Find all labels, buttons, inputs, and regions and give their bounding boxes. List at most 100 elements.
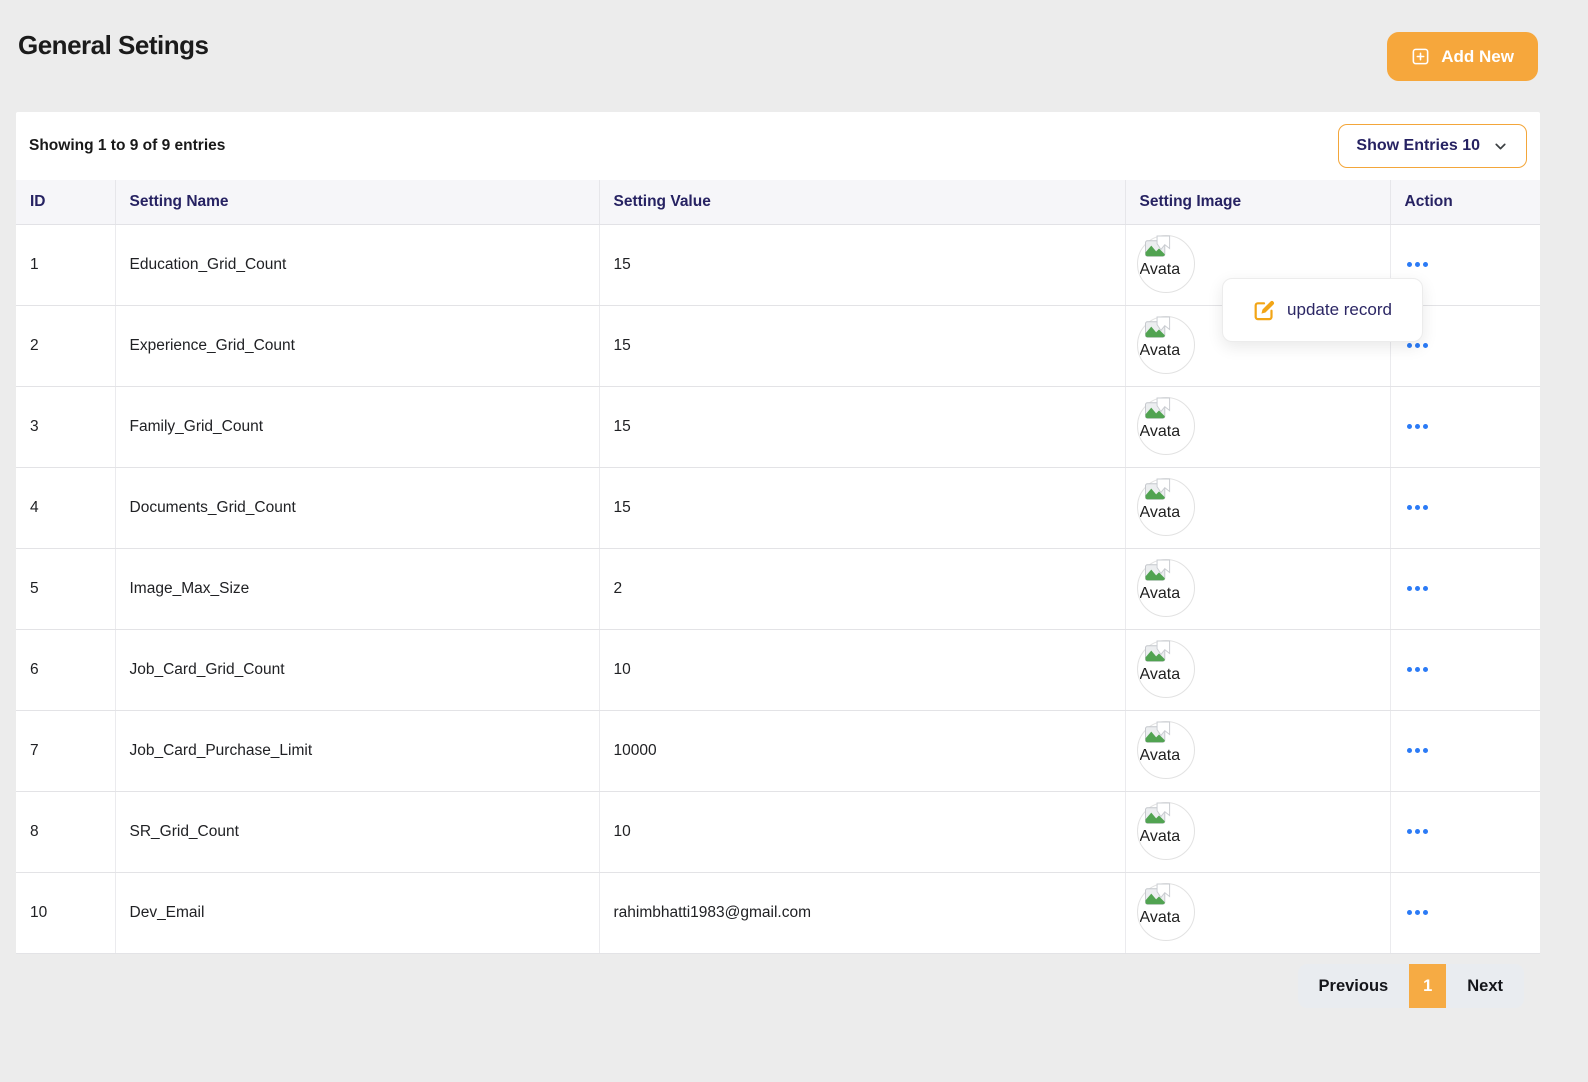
table-header-row: ID Setting Name Setting Value Setting Im… <box>16 180 1540 224</box>
row-actions-button ellipsis-icon[interactable] <box>1405 581 1430 596</box>
image-alt-text: Avata <box>1140 261 1181 278</box>
image-alt-text: Avata <box>1140 342 1181 359</box>
image-alt-text: Avata <box>1140 585 1181 602</box>
table-row: 3 Family_Grid_Count 15 Avata <box>16 386 1540 467</box>
broken-image-placeholder: Avata <box>1140 482 1192 534</box>
column-header-setting-name: Setting Name <box>115 180 599 224</box>
cell-setting-image: Avata <box>1125 629 1390 710</box>
row-actions-button ellipsis-icon[interactable] <box>1405 500 1430 515</box>
image-alt-text: Avata <box>1140 666 1181 683</box>
next-page-button[interactable]: Next <box>1446 964 1524 1008</box>
broken-image-placeholder: Avata <box>1140 563 1192 615</box>
cell-setting-name: Education_Grid_Count <box>115 224 599 305</box>
update-record-popup[interactable]: update record <box>1222 278 1423 342</box>
cell-setting-value: 15 <box>599 305 1125 386</box>
show-entries-label: Show Entries 10 <box>1356 137 1480 155</box>
column-header-setting-image: Setting Image <box>1125 180 1390 224</box>
add-new-button[interactable]: Add New <box>1387 32 1538 81</box>
cell-setting-value: 2 <box>599 548 1125 629</box>
cell-setting-value: rahimbhatti1983@gmail.com <box>599 872 1125 953</box>
previous-page-button[interactable]: Previous <box>1298 964 1410 1008</box>
cell-setting-image: Avata <box>1125 386 1390 467</box>
image-alt-text: Avata <box>1140 747 1181 764</box>
cell-setting-value: 15 <box>599 467 1125 548</box>
image-alt-text: Avata <box>1140 909 1181 926</box>
broken-image-icon <box>1144 235 1174 262</box>
table-row: 4 Documents_Grid_Count 15 Avata <box>16 467 1540 548</box>
update-record-label: update record <box>1287 300 1392 320</box>
image-alt-text: Avata <box>1140 504 1181 521</box>
card-toolbar: Showing 1 to 9 of 9 entries Show Entries… <box>16 112 1540 180</box>
broken-image-placeholder: Avata <box>1140 887 1192 939</box>
cell-action <box>1390 548 1540 629</box>
column-header-action: Action <box>1390 180 1540 224</box>
cell-setting-name: Dev_Email <box>115 872 599 953</box>
cell-setting-name: SR_Grid_Count <box>115 791 599 872</box>
row-actions-button ellipsis-icon[interactable] <box>1405 662 1430 677</box>
image-alt-text: Avata <box>1140 423 1181 440</box>
cell-setting-value: 15 <box>599 224 1125 305</box>
broken-image-placeholder: Avata <box>1140 239 1192 291</box>
broken-image-icon <box>1144 802 1174 829</box>
cell-setting-name: Documents_Grid_Count <box>115 467 599 548</box>
cell-id: 7 <box>16 710 115 791</box>
row-actions-button ellipsis-icon[interactable] <box>1405 905 1430 920</box>
cell-setting-name: Experience_Grid_Count <box>115 305 599 386</box>
column-header-id: ID <box>16 180 115 224</box>
broken-image-icon <box>1144 559 1174 586</box>
page-title: General Setings <box>18 30 208 61</box>
cell-setting-image: Avata <box>1125 467 1390 548</box>
cell-id: 10 <box>16 872 115 953</box>
row-actions-button ellipsis-icon[interactable] <box>1405 743 1430 758</box>
broken-image-icon <box>1144 397 1174 424</box>
cell-setting-name: Job_Card_Grid_Count <box>115 629 599 710</box>
cell-setting-name: Image_Max_Size <box>115 548 599 629</box>
cell-id: 5 <box>16 548 115 629</box>
pagination: Previous 1 Next <box>1298 964 1524 1008</box>
chevron-down-icon <box>1492 138 1509 155</box>
row-actions-button ellipsis-icon[interactable] <box>1405 419 1430 434</box>
plus-square-icon <box>1411 47 1430 66</box>
cell-id: 3 <box>16 386 115 467</box>
row-actions-button ellipsis-icon[interactable] <box>1405 257 1430 272</box>
table-row: 6 Job_Card_Grid_Count 10 Avata <box>16 629 1540 710</box>
image-alt-text: Avata <box>1140 828 1181 845</box>
table-row: 7 Job_Card_Purchase_Limit 10000 Avata <box>16 710 1540 791</box>
current-page-button[interactable]: 1 <box>1409 964 1446 1008</box>
cell-setting-image: Avata <box>1125 548 1390 629</box>
broken-image-icon <box>1144 316 1174 343</box>
broken-image-placeholder: Avata <box>1140 806 1192 858</box>
settings-card: Showing 1 to 9 of 9 entries Show Entries… <box>16 112 1540 954</box>
broken-image-icon <box>1144 640 1174 667</box>
broken-image-icon <box>1144 883 1174 910</box>
cell-setting-image: Avata <box>1125 791 1390 872</box>
showing-entries-text: Showing 1 to 9 of 9 entries <box>29 137 225 155</box>
table-row: 8 SR_Grid_Count 10 Avata <box>16 791 1540 872</box>
broken-image-icon <box>1144 721 1174 748</box>
row-actions-button ellipsis-icon[interactable] <box>1405 824 1430 839</box>
cell-action <box>1390 791 1540 872</box>
broken-image-placeholder: Avata <box>1140 401 1192 453</box>
cell-action <box>1390 629 1540 710</box>
show-entries-dropdown[interactable]: Show Entries 10 <box>1338 124 1527 168</box>
edit-pencil-icon <box>1253 299 1276 322</box>
broken-image-icon <box>1144 478 1174 505</box>
cell-setting-value: 10 <box>599 629 1125 710</box>
table-row: 10 Dev_Email rahimbhatti1983@gmail.com A… <box>16 872 1540 953</box>
cell-setting-value: 15 <box>599 386 1125 467</box>
cell-action <box>1390 872 1540 953</box>
cell-id: 6 <box>16 629 115 710</box>
cell-action <box>1390 710 1540 791</box>
cell-id: 4 <box>16 467 115 548</box>
cell-id: 1 <box>16 224 115 305</box>
cell-setting-name: Job_Card_Purchase_Limit <box>115 710 599 791</box>
general-settings-page: General Setings Add New Showing 1 to 9 o… <box>0 0 1588 1082</box>
add-new-label: Add New <box>1441 47 1514 67</box>
cell-setting-image: Avata <box>1125 710 1390 791</box>
cell-id: 2 <box>16 305 115 386</box>
cell-setting-value: 10 <box>599 791 1125 872</box>
cell-action <box>1390 467 1540 548</box>
cell-setting-value: 10000 <box>599 710 1125 791</box>
cell-setting-image: Avata <box>1125 872 1390 953</box>
broken-image-placeholder: Avata <box>1140 725 1192 777</box>
